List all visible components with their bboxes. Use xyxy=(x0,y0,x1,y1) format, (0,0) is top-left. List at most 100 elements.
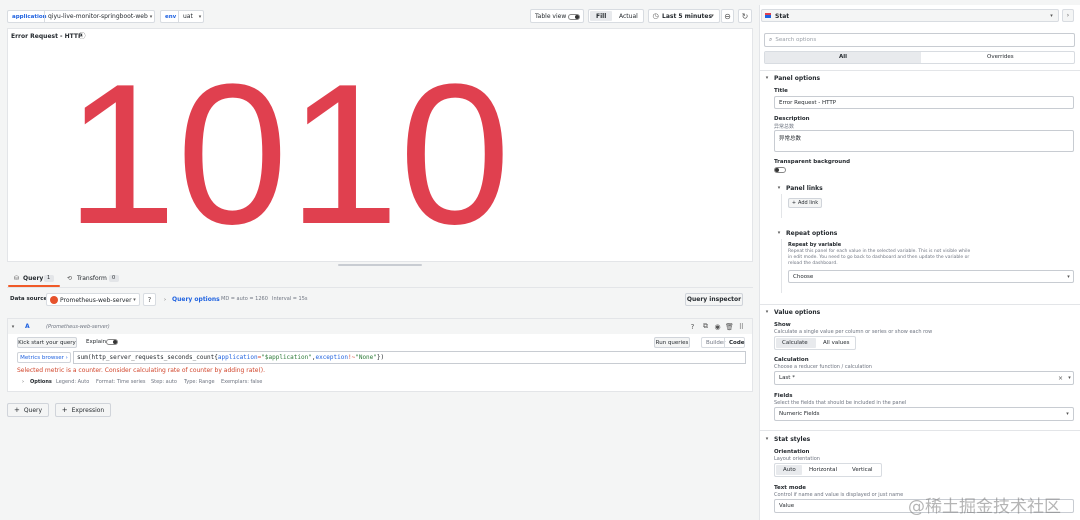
table-view-label: Table view xyxy=(535,13,567,20)
transform-count: 0 xyxy=(112,275,116,281)
collapse-pane-button[interactable]: › xyxy=(1062,9,1074,22)
metrics-browser-button[interactable]: Metrics browser › xyxy=(17,352,71,363)
actual-button[interactable]: Actual xyxy=(619,14,638,20)
eye-icon[interactable]: ◉ xyxy=(713,322,722,331)
transparent-background-label: Transparent background xyxy=(774,159,851,165)
builder-button[interactable]: Builder xyxy=(706,340,725,347)
trash-icon[interactable]: 🗑 xyxy=(725,322,734,331)
horizontal-option[interactable]: Horizontal xyxy=(809,467,837,474)
chevron-down-icon: ▾ xyxy=(1067,274,1070,280)
zoom-out-button[interactable]: ⊖ xyxy=(721,9,734,23)
add-query-button[interactable]: + Query xyxy=(7,403,49,417)
description-label: Description xyxy=(774,116,810,122)
fields-select[interactable]: Numeric Fields ▾ xyxy=(774,407,1074,421)
expr-value-application: "$application" xyxy=(261,354,312,361)
fields-label: Fields xyxy=(774,393,793,399)
transform-icon: ⟲ xyxy=(66,275,73,282)
env-select[interactable]: uat xyxy=(183,14,193,20)
clear-icon[interactable]: × xyxy=(1057,374,1064,382)
repeat-desc-3: reload the dashboard. xyxy=(788,261,838,266)
stat-icon xyxy=(765,13,771,18)
vertical-option[interactable]: Vertical xyxy=(852,467,873,474)
panel-options-header[interactable]: Panel options xyxy=(774,75,820,82)
tab-query[interactable]: ⛁ Query 1 xyxy=(8,272,60,287)
prometheus-icon xyxy=(50,296,58,304)
text-mode-value: Value xyxy=(779,503,795,509)
application-variable: application qiyu-live-monitor-springboot… xyxy=(7,10,155,23)
options-toggle[interactable]: Options xyxy=(30,380,52,385)
visualization-picker[interactable]: Stat ▾ xyxy=(761,9,1059,22)
tab-overrides[interactable]: Overrides xyxy=(987,54,1014,61)
env-label: env xyxy=(165,13,177,20)
chevron-down-icon: ▾ xyxy=(1050,13,1053,19)
duplicate-icon[interactable]: ⧉ xyxy=(701,322,710,331)
value-options-header[interactable]: Value options xyxy=(774,309,820,316)
description-value: 异常总数 xyxy=(779,136,802,142)
data-source-picker[interactable]: Prometheus-web-server ▾ xyxy=(46,293,140,306)
options-pane: Stat ▾ › ⌕ Search options All Overrides … xyxy=(759,5,1080,520)
chevron-down-icon: ▾ xyxy=(765,309,769,315)
expr-func: sum(http_server_requests_seconds_count{ xyxy=(77,354,218,361)
title-input[interactable]: Error Request - HTTP xyxy=(774,96,1074,109)
calculation-select[interactable]: Last * × ▾ xyxy=(774,371,1074,385)
data-source-help-button[interactable]: ? xyxy=(143,293,156,306)
database-icon: ⛁ xyxy=(13,275,20,282)
repeat-options-header[interactable]: Repeat options xyxy=(786,230,837,237)
orientation-label: Orientation xyxy=(774,449,810,455)
all-values-option[interactable]: All values xyxy=(823,340,849,347)
repeat-variable-select[interactable]: Choose ▾ xyxy=(788,270,1074,283)
query-ds-name: (Prometheus-web-server) xyxy=(46,323,110,330)
chevron-down-icon: ▾ xyxy=(777,185,781,191)
query-count: 1 xyxy=(47,275,51,281)
application-label: application xyxy=(12,13,47,20)
query-inspector-button[interactable]: Query inspector xyxy=(685,293,743,306)
run-queries-button[interactable]: Run queries xyxy=(654,337,690,348)
chevron-down-icon: ▾ xyxy=(765,75,769,81)
collapse-icon[interactable]: ▾ xyxy=(10,323,16,330)
time-range-picker[interactable]: ◷ Last 5 minutes ▾ xyxy=(648,9,720,23)
add-expression-button[interactable]: + Expression xyxy=(55,403,111,417)
plus-icon: + xyxy=(61,406,68,414)
add-expression-label: Expression xyxy=(71,406,105,414)
panel-links-header[interactable]: Panel links xyxy=(786,185,823,192)
counter-warning: Selected metric is a counter. Consider c… xyxy=(17,367,266,374)
chevron-down-icon: ▾ xyxy=(133,297,136,303)
query-expression-editor[interactable]: sum(http_server_requests_seconds_count{a… xyxy=(73,351,746,364)
panel-title: Error Request - HTTP xyxy=(11,33,83,40)
code-button[interactable]: Code xyxy=(729,340,744,347)
tab-transform[interactable]: ⟲ Transform 0 xyxy=(64,272,124,286)
resize-handle[interactable] xyxy=(338,264,422,266)
tab-transform-label: Transform xyxy=(77,275,107,282)
show-label: Show xyxy=(774,322,791,328)
expr-label-application: application xyxy=(217,354,258,361)
fill-actual-group: Fill Actual xyxy=(588,9,644,23)
fill-label: Fill xyxy=(596,13,607,20)
description-sub: 异常总数 xyxy=(774,124,795,130)
data-source-label: Data source xyxy=(10,296,48,302)
time-range-label: Last 5 minutes xyxy=(662,13,713,20)
text-mode-label: Text mode xyxy=(774,485,807,491)
query-ref-id[interactable]: A xyxy=(25,324,30,330)
info-icon: ⓘ xyxy=(78,32,86,40)
description-textarea[interactable]: 异常总数 xyxy=(774,130,1074,152)
exemplars-option: Exemplars: false xyxy=(221,379,263,385)
add-link-label: Add link xyxy=(798,200,819,206)
refresh-button[interactable]: ↻ xyxy=(738,9,752,23)
expr-label-exception: exception xyxy=(315,354,348,361)
stat-value: 1010 xyxy=(65,43,511,266)
application-select[interactable]: qiyu-live-monitor-springboot-web xyxy=(48,14,148,20)
chevron-down-icon: ▾ xyxy=(711,13,714,19)
add-link-button[interactable]: + Add link xyxy=(788,198,822,208)
help-icon[interactable]: ? xyxy=(688,322,697,331)
fields-desc: Select the fields that should be include… xyxy=(774,400,907,406)
max-data-points: MD = auto = 1260 xyxy=(221,296,268,302)
drag-handle-icon[interactable]: ⠿ xyxy=(737,322,746,331)
format-option: Format: Time series xyxy=(96,379,146,385)
stat-styles-header[interactable]: Stat styles xyxy=(774,436,810,443)
question-icon: ? xyxy=(147,295,152,304)
table-view-toggle[interactable]: Table view xyxy=(530,9,584,23)
chevron-down-icon: ▾ xyxy=(1068,375,1071,381)
query-options-link[interactable]: Query options xyxy=(172,297,220,303)
search-options-input[interactable]: ⌕ Search options xyxy=(764,33,1075,47)
kick-start-button[interactable]: Kick start your query xyxy=(17,337,77,348)
